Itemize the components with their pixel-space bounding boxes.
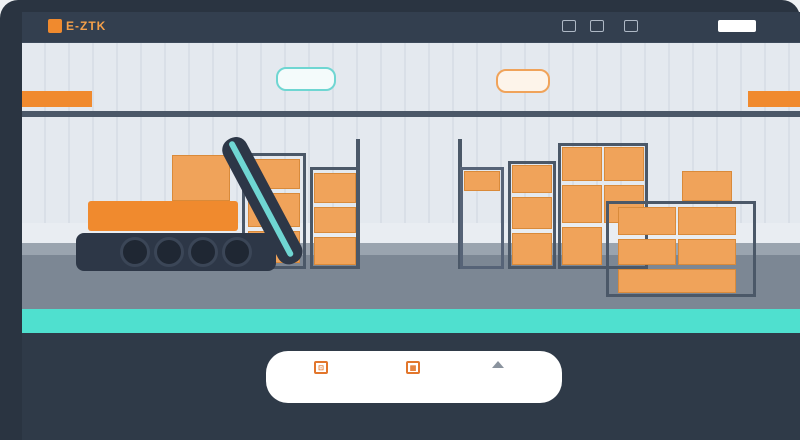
logo-icon — [48, 19, 62, 33]
package-box — [618, 207, 676, 235]
package-box — [682, 171, 732, 201]
ceiling-beam — [22, 111, 800, 117]
settings-icon[interactable] — [624, 20, 638, 32]
brand-logo[interactable]: E-ZTK — [48, 19, 106, 33]
package-box — [314, 173, 356, 203]
package-box — [618, 239, 676, 265]
robot-wheel — [222, 237, 252, 267]
top-nav-bar: E-ZTK — [22, 12, 800, 43]
chat-bubble-left — [276, 67, 336, 91]
robot-wheel — [120, 237, 150, 267]
package-box — [604, 147, 644, 181]
package-box — [512, 233, 552, 265]
panel-item-warning[interactable] — [492, 361, 504, 373]
sign-in-button[interactable] — [718, 20, 756, 32]
robot-wheel — [188, 237, 218, 267]
orange-sign-left — [22, 91, 92, 107]
package-box — [618, 269, 736, 293]
info-strip — [22, 309, 800, 333]
window-icon[interactable] — [562, 20, 576, 32]
tablet-icon[interactable] — [590, 20, 604, 32]
orange-sign-right — [748, 91, 800, 107]
package-box — [512, 197, 552, 229]
action-panel: ⊡ ▦ — [266, 351, 562, 403]
package-box — [678, 239, 736, 265]
robot-cargo-box — [172, 155, 230, 201]
package-box — [464, 171, 500, 191]
package-box — [562, 227, 602, 265]
panel-item-document[interactable]: ⊡ — [314, 361, 328, 379]
package-box — [678, 207, 736, 235]
calendar-icon: ▦ — [406, 361, 420, 374]
hero-banner — [22, 43, 800, 311]
robot-body — [88, 201, 238, 231]
panel-item-calendar[interactable]: ▦ — [406, 361, 420, 379]
chat-bubble-right — [496, 69, 550, 93]
robot-wheel — [154, 237, 184, 267]
warning-icon — [492, 361, 504, 368]
package-box — [562, 185, 602, 223]
package-box — [314, 207, 356, 233]
package-box — [512, 165, 552, 193]
rack-pole — [356, 139, 360, 269]
brand-name: E-ZTK — [66, 19, 107, 33]
document-icon: ⊡ — [314, 361, 328, 374]
package-box — [562, 147, 602, 181]
package-box — [314, 237, 356, 265]
